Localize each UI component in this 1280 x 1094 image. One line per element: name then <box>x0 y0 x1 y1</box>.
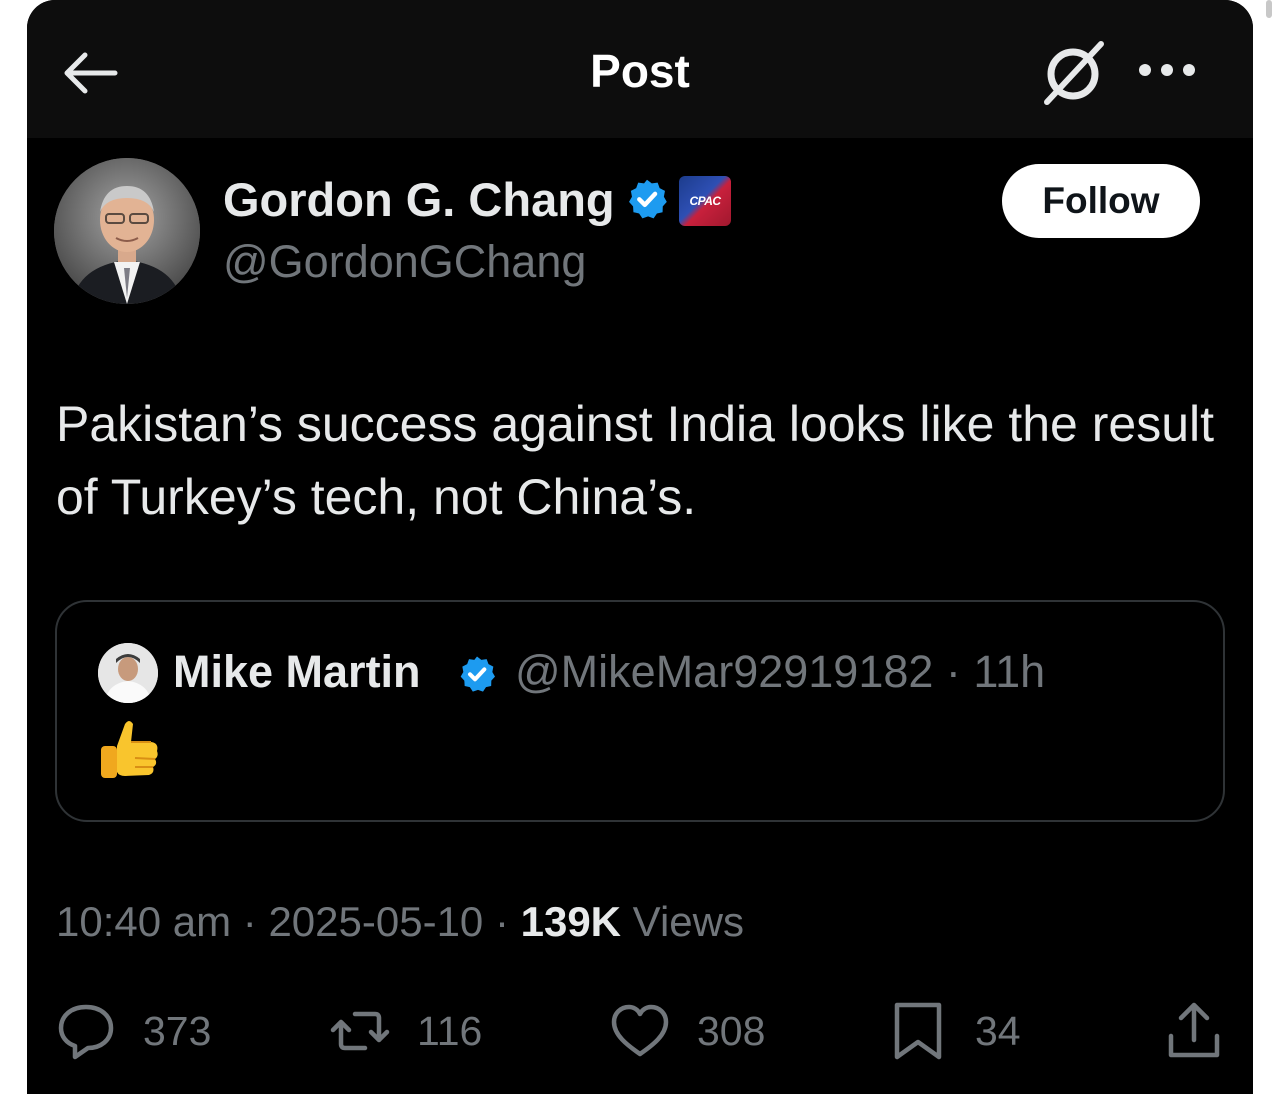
quoted-avatar-image <box>98 643 158 703</box>
post-timestamp[interactable]: 10:40 am · 2025-05-10 · <box>56 898 521 945</box>
author-avatar-image <box>54 158 200 304</box>
verified-badge-icon <box>460 656 495 692</box>
quoted-avatar[interactable] <box>98 643 158 703</box>
author-name[interactable]: Gordon G. Chang <box>223 172 615 227</box>
quoted-author-name: Mike Martin <box>173 646 421 697</box>
views-label: Views <box>621 898 744 945</box>
heart-icon <box>611 1004 669 1057</box>
bookmark-count: 34 <box>975 1007 1021 1054</box>
verified-badge-icon[interactable] <box>625 177 669 221</box>
quoted-handle-time: @MikeMar92919182 · 11h <box>515 646 1046 697</box>
affiliation-badge[interactable]: CPAC <box>679 176 731 226</box>
follow-button[interactable]: Follow <box>1002 164 1200 238</box>
bookmark-button[interactable]: 34 <box>887 1000 1021 1062</box>
thumbs-up-icon <box>101 721 158 778</box>
grok-icon[interactable] <box>1037 40 1107 106</box>
repost-icon <box>330 1011 390 1051</box>
avatar[interactable] <box>54 158 200 304</box>
quoted-post[interactable]: Mike Martin @MikeMar92919182 · 11h <box>55 600 1225 822</box>
views-count[interactable]: 139K <box>521 898 621 945</box>
more-icon[interactable] <box>1135 55 1199 85</box>
scrollbar-thumb[interactable] <box>1266 0 1272 18</box>
like-button[interactable]: 308 <box>609 1000 765 1062</box>
reply-count: 373 <box>143 1007 212 1054</box>
post-detail-screen: Post Gordon G. Chang CPAC @GordonGChang … <box>27 0 1253 1094</box>
post-meta: 10:40 am · 2025-05-10 · 139K Views <box>56 898 744 946</box>
share-icon[interactable] <box>1163 1000 1225 1062</box>
repost-button[interactable]: 116 <box>329 1000 482 1062</box>
top-bar: Post <box>27 0 1253 138</box>
post-text: Pakistan’s success against India looks l… <box>56 396 1215 525</box>
repost-count: 116 <box>417 1007 483 1054</box>
reply-icon <box>58 1004 114 1060</box>
like-count: 308 <box>697 1007 766 1054</box>
author-handle[interactable]: @GordonGChang <box>223 236 586 288</box>
reply-button[interactable]: 373 <box>55 1000 211 1062</box>
bookmark-icon <box>894 1002 942 1060</box>
